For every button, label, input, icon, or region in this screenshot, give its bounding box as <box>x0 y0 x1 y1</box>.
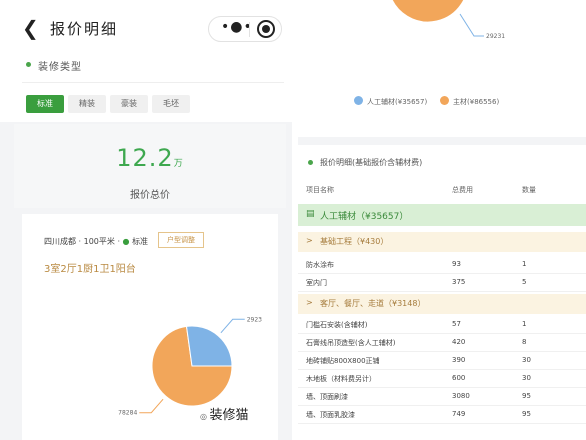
row-name: 室内门 <box>306 279 327 287</box>
legend-item-labor: 人工辅材(¥35657) <box>354 96 427 107</box>
header-cost: 总费用 <box>452 186 473 194</box>
row-name: 墙、顶面刷漆 <box>306 393 348 401</box>
header-name: 项目名称 <box>306 186 334 194</box>
row-cost: 93 <box>452 260 461 268</box>
row-cost: 600 <box>452 374 466 382</box>
capsule-divider <box>249 22 250 37</box>
row-qty: 95 <box>522 410 531 418</box>
legend-value-main: 86556 <box>474 98 497 106</box>
row-name: 门槛石安装(含辅材) <box>306 321 368 329</box>
total-price-card: 12.2万 报价总价 <box>14 124 286 208</box>
row-cost: 420 <box>452 338 466 346</box>
table-row: 门槛石安装(含辅材) 57 1 <box>298 316 586 334</box>
watermark-text: 装修猫 <box>209 408 249 423</box>
back-arrow-icon[interactable]: ❮ <box>22 18 39 38</box>
pie-slice-1 <box>185 325 233 367</box>
tab-bare[interactable]: 毛坯 <box>152 95 190 113</box>
row-name: 防水涂布 <box>306 261 334 269</box>
nav-bar: ❮ 报价明细 •●• <box>0 6 292 50</box>
table-row: 石膏线吊顶造型(含人工辅材) 420 8 <box>298 334 586 352</box>
row-name: 地砖铺贴800X800正铺 <box>306 357 380 365</box>
renovation-type-label: 装修类型 <box>38 62 82 73</box>
total-price-unit: 万 <box>173 159 184 169</box>
row-qty: 30 <box>522 374 531 382</box>
quote-left-panel: ❮ 报价明细 •●• 装修类型 标准 精装 豪装 毛坯 12.2万 报价总价 四… <box>0 0 292 440</box>
row-cost: 57 <box>452 320 461 328</box>
row-name: 墙、顶面乳胶漆 <box>306 411 355 419</box>
watermark: ◎ 装修猫 <box>200 404 249 423</box>
row-qty: 8 <box>522 338 527 346</box>
section-dot-icon <box>308 160 313 165</box>
pie-top-data-label: 29231 <box>486 33 505 40</box>
pie-top-leader-line <box>459 13 484 37</box>
chevron-right-icon: > <box>306 298 313 307</box>
group-living-label: 客厅、餐厅、走道（¥3148） <box>320 299 426 308</box>
divider <box>22 82 284 83</box>
chevron-right-icon: > <box>306 236 313 245</box>
row-qty: 95 <box>522 392 531 400</box>
pie-leader-line-1 <box>220 318 245 334</box>
watermark-logo-icon: ◎ <box>200 412 210 421</box>
row-cost: 3080 <box>452 392 470 400</box>
cost-pie-chart-top: 29231 <box>391 0 505 40</box>
standard-dot-icon: ● <box>122 237 133 246</box>
group-labor-materials[interactable]: ▤ 人工辅材（¥35657） <box>298 204 586 226</box>
row-cost: 375 <box>452 278 466 286</box>
layout-adjust-button[interactable]: 户型调整 <box>158 232 204 248</box>
quote-right-panel: 29231 人工辅材(¥35657) 主材(¥86556) 报价明细(基础报价含… <box>298 0 586 440</box>
location-info: 四川成都 · 100平米 · ● 标准 <box>44 236 148 247</box>
table-row: 墙、顶面刷漆 3080 95 <box>298 388 586 406</box>
standard-text: 标准 <box>132 237 149 246</box>
legend-value-labor: 35657 <box>402 98 425 106</box>
pie-slice-0 <box>391 0 465 23</box>
section-separator <box>298 137 586 145</box>
row-name: 木地板（材料费另计） <box>306 375 376 383</box>
tab-luxury[interactable]: 豪装 <box>110 95 148 113</box>
table-header: 项目名称 总费用 数量 <box>298 180 586 198</box>
more-dots-icon[interactable]: •●• <box>221 19 253 35</box>
row-qty: 5 <box>522 278 527 286</box>
row-qty: 1 <box>522 260 527 268</box>
total-price-label: 报价总价 <box>130 190 170 201</box>
legend-label-main: 主材 <box>453 98 467 106</box>
legend-swatch-blue <box>354 96 363 105</box>
document-icon: ▤ <box>306 209 315 219</box>
row-qty: 1 <box>522 320 527 328</box>
group-labor-label: 人工辅材（¥35657） <box>320 212 409 222</box>
table-row: 墙、顶面乳胶漆 749 95 <box>298 406 586 424</box>
section-dot-icon <box>26 62 31 67</box>
detail-title: 报价明细(基础报价含辅材费) <box>320 158 423 167</box>
target-icon[interactable] <box>257 20 275 38</box>
pie-leader-line-0 <box>139 398 164 414</box>
total-price: 12.2万 <box>14 144 286 172</box>
location-text: 四川成都 · 100平米 · <box>44 237 123 246</box>
tab-standard[interactable]: 标准 <box>26 95 64 113</box>
table-row: 木地板（材料费另计） 600 30 <box>298 370 586 388</box>
row-qty: 30 <box>522 356 531 364</box>
table-row: 地砖铺贴800X800正铺 390 30 <box>298 352 586 370</box>
table-row: 室内门 375 5 <box>298 274 586 292</box>
group-basic-label: 基础工程（¥430） <box>320 237 389 246</box>
pie-data-label-0: 78284 <box>118 410 137 417</box>
legend-label-labor: 人工辅材 <box>367 98 395 106</box>
table-row: 防水涂布 93 1 <box>298 256 586 274</box>
legend-swatch-orange <box>440 96 449 105</box>
row-cost: 390 <box>452 356 466 364</box>
group-living-dining[interactable]: > 客厅、餐厅、走道（¥3148） <box>298 294 586 314</box>
row-name: 石膏线吊顶造型(含人工辅材) <box>306 339 396 347</box>
group-basic-engineering[interactable]: > 基础工程（¥430） <box>298 232 586 252</box>
layout-text: 3室2厅1厨1卫1阳台 <box>44 264 136 275</box>
header-qty: 数量 <box>522 186 536 194</box>
total-price-value: 12.2 <box>116 144 174 172</box>
tab-fine[interactable]: 精装 <box>68 95 106 113</box>
mini-program-capsule: •●• <box>208 16 282 42</box>
row-cost: 749 <box>452 410 466 418</box>
pie-data-label-1: 29231 <box>247 316 262 323</box>
page-title: 报价明细 <box>50 20 119 38</box>
legend-item-main: 主材(¥86556) <box>440 96 499 107</box>
